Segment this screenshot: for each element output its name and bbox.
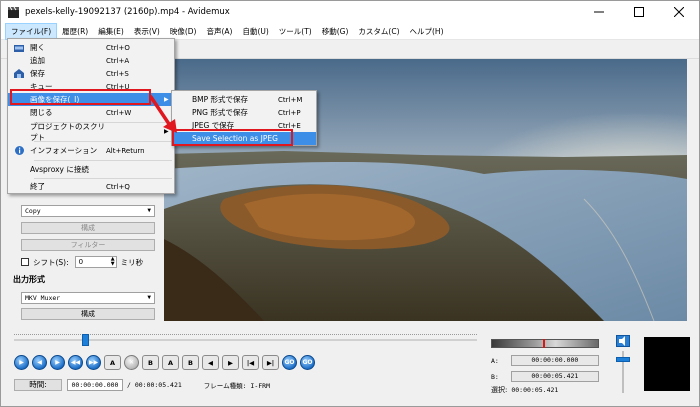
previous-frame-icon[interactable]: ◀ (32, 355, 47, 370)
submenu-item-bmp[interactable]: BMP 形式で保存 Ctrl+M (172, 93, 316, 106)
highlight-box-save-selection (172, 129, 293, 146)
shift-checkbox[interactable] (21, 258, 29, 266)
clapperboard-icon (7, 6, 19, 18)
menu-separator (34, 160, 172, 161)
menu-item-quit[interactable]: 終了 Ctrl+Q (8, 180, 174, 193)
filters-button[interactable]: フィルター (21, 239, 155, 251)
delete-icon[interactable]: ✕ (124, 355, 139, 370)
seek-slider-thumb[interactable] (81, 334, 89, 346)
chevron-down-icon: ▼ (147, 294, 151, 301)
maximize-button[interactable] (619, 1, 659, 23)
menu-item-information[interactable]: インフォメーション Alt+Return (8, 144, 174, 157)
spin-arrows-icon: ▲ ▼ (110, 256, 115, 267)
info-icon (8, 144, 30, 157)
menu-tools[interactable]: ツール(T) (274, 23, 317, 40)
video-output-select[interactable]: Copy ▼ (21, 205, 155, 217)
selection-row: 選択: 00:00:05.421 (491, 385, 558, 395)
menu-audio[interactable]: 音声(A) (201, 23, 237, 40)
highlight-box-save-image (10, 89, 151, 105)
fast-forward-icon[interactable]: ▶▶ (86, 355, 101, 370)
marker-a-field: 00:00:00.000 (510, 355, 599, 366)
marker-a-label: A: (491, 356, 499, 365)
total-time: / 00:00:05.421 (127, 381, 182, 389)
selection-label: 選択: (491, 386, 508, 394)
next-frame-icon[interactable]: ▶ (50, 355, 65, 370)
menu-item-open[interactable]: 開く Ctrl+O (8, 41, 174, 54)
last-frame-icon[interactable]: ▶| (262, 355, 279, 370)
rewind-icon[interactable]: ◀◀ (68, 355, 83, 370)
menu-file[interactable]: ファイル(F) (5, 22, 58, 40)
goto-marker-a-icon[interactable]: A (162, 355, 179, 370)
menu-go[interactable]: 移動(G) (317, 23, 354, 40)
menu-auto[interactable]: 自動(U) (237, 23, 273, 40)
window-title: pexels-kelly-19092137 (2160p).mp4 - Avid… (25, 7, 230, 17)
playback-controls: ▶ ◀ ▶ ◀◀ ▶▶ A ✕ B A B ◀ ▶ |◀ ▶| GO GO (14, 355, 315, 370)
set-marker-b-icon[interactable]: B (142, 355, 159, 370)
frame-type: フレーム種類: I-FRM (203, 382, 270, 390)
close-button[interactable] (659, 1, 699, 23)
video-configure-button[interactable]: 構成 (21, 222, 155, 234)
menu-history[interactable]: 履歴(R) (57, 23, 93, 40)
output-format-select[interactable]: MKV Muxer ▼ (21, 292, 155, 304)
shift-label: シフト(S): (33, 257, 69, 267)
first-frame-icon[interactable]: |◀ (242, 355, 259, 370)
menu-item-save[interactable]: 保存 Ctrl+S (8, 67, 174, 80)
menu-separator (34, 178, 172, 179)
submenu-item-png[interactable]: PNG 形式で保存 Ctrl+P (172, 106, 316, 119)
goto-marker-b-icon[interactable]: B (182, 355, 199, 370)
output-configure-button[interactable]: 構成 (21, 308, 155, 320)
marker-b-row: B: 00:00:05.421 (491, 371, 599, 382)
marker-a-row: A: 00:00:00.000 (491, 355, 599, 366)
preview-thumbnail (644, 337, 690, 391)
menu-video[interactable]: 映像(D) (165, 23, 202, 40)
output-format-heading: 出力形式 (13, 275, 45, 284)
title-bar: pexels-kelly-19092137 (2160p).mp4 - Avid… (1, 1, 699, 23)
play-icon[interactable]: ▶ (14, 355, 29, 370)
save-icon (8, 67, 30, 80)
shift-spinbox[interactable]: 0 ▲ ▼ (74, 256, 117, 268)
marker-b-label: B: (491, 372, 499, 381)
menu-separator (34, 141, 172, 142)
menu-view[interactable]: 表示(V) (129, 23, 165, 40)
go-back-icon[interactable]: GO (282, 355, 297, 370)
shift-row: シフト(S): 0 ▲ ▼ ミリ秒 (21, 256, 143, 268)
app-window: pexels-kelly-19092137 (2160p).mp4 - Avid… (0, 0, 700, 407)
menu-custom[interactable]: カスタム(C) (353, 23, 404, 40)
folder-open-icon (8, 41, 30, 54)
chevron-down-icon: ▼ (147, 207, 151, 214)
time-button[interactable]: 時間: (14, 379, 62, 391)
menu-item-avsproxy[interactable]: Avsproxy に接続 (8, 163, 174, 176)
audio-meter (491, 339, 599, 348)
go-forward-icon[interactable]: GO (300, 355, 315, 370)
prev-keyframe-icon[interactable]: ◀ (202, 355, 219, 370)
next-keyframe-icon[interactable]: ▶ (222, 355, 239, 370)
set-marker-a-icon[interactable]: A (104, 355, 121, 370)
marker-b-field: 00:00:05.421 (510, 371, 599, 382)
time-row: 時間: 00:00:00.000 / 00:00:05.421 フレーム種類: … (14, 379, 270, 391)
current-time-field[interactable]: 00:00:00.000 (67, 379, 123, 391)
menu-edit[interactable]: 編集(E) (93, 23, 129, 40)
volume-slider-thumb[interactable] (616, 357, 630, 362)
selection-value: 00:00:05.421 (511, 386, 559, 394)
speaker-icon[interactable] (616, 335, 630, 347)
menu-item-append[interactable]: 追加 Ctrl+A (8, 54, 174, 67)
shift-unit: ミリ秒 (120, 257, 144, 267)
annotation-arrow-icon (149, 95, 177, 133)
meter-marker (543, 339, 545, 348)
minimize-button[interactable] (579, 1, 619, 23)
menu-help[interactable]: ヘルプ(H) (405, 23, 449, 40)
